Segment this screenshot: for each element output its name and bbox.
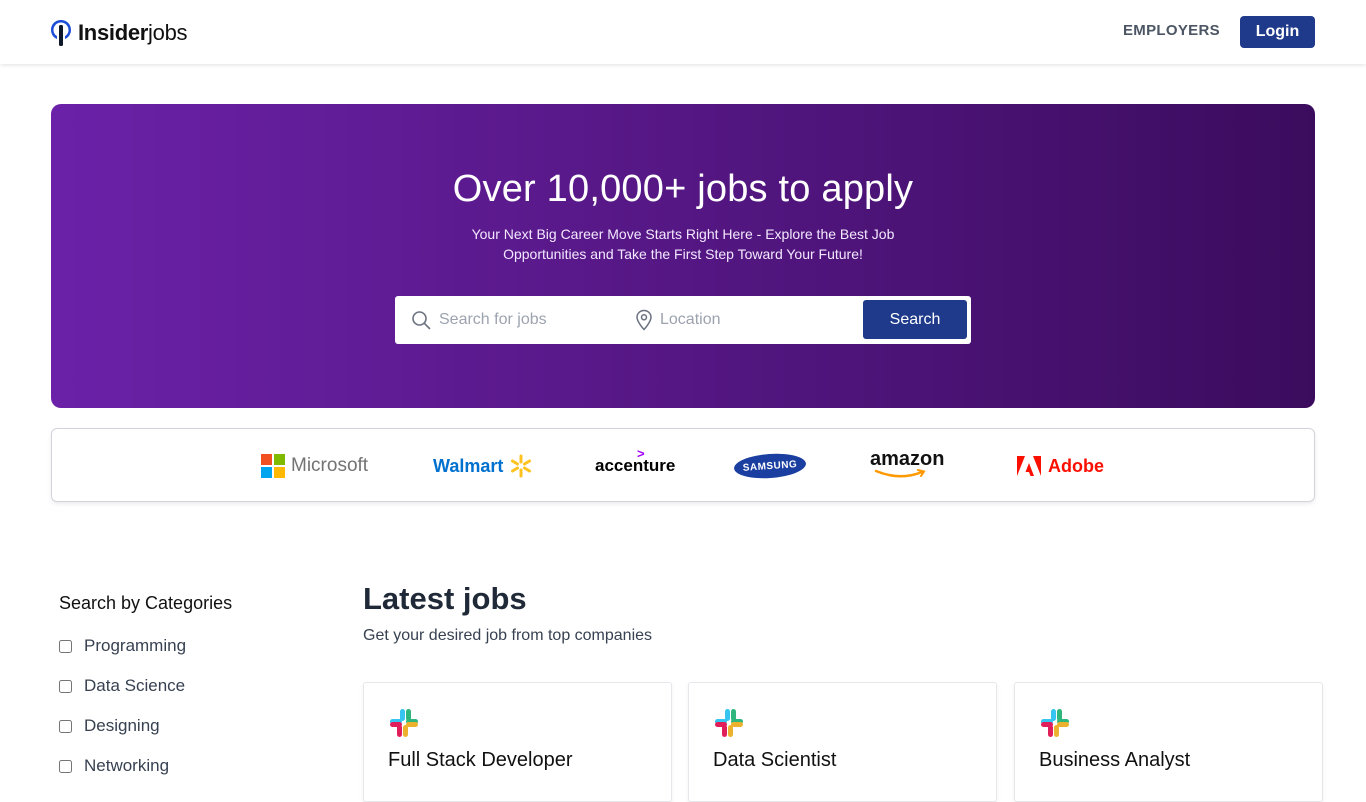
category-label: Programming [84, 636, 187, 655]
adobe-icon [1017, 456, 1041, 476]
location-pin-icon [636, 309, 652, 331]
login-button[interactable]: Login [1240, 16, 1315, 48]
job-search-input[interactable] [439, 308, 619, 332]
search-icon [412, 311, 431, 330]
slack-icon [715, 709, 743, 737]
walmart-logo: Walmart [433, 449, 533, 483]
logo-icon [51, 20, 71, 46]
job-card[interactable]: Business Analyst [1014, 682, 1323, 802]
slack-icon [390, 709, 418, 737]
slack-icon [1041, 709, 1069, 737]
latest-jobs-subtitle: Get your desired job from top companies [363, 627, 653, 644]
samsung-label: SAMSUNG [733, 451, 807, 481]
adobe-logo: Adobe [1016, 449, 1104, 483]
job-title: Data Scientist [713, 749, 837, 771]
amazon-smile-icon [874, 469, 926, 478]
walmart-spark-icon [511, 454, 532, 478]
hero-title: Over 10,000+ jobs to apply [452, 168, 914, 210]
microsoft-label: Microsoft [291, 455, 369, 476]
adobe-label: Adobe [1048, 455, 1104, 476]
category-checkbox[interactable] [59, 719, 72, 733]
walmart-label: Walmart [433, 455, 504, 476]
job-card[interactable]: Full Stack Developer [363, 682, 672, 802]
category-checkbox[interactable] [59, 639, 72, 653]
logo-text-light: jobs [148, 20, 188, 45]
category-checkbox[interactable] [59, 759, 72, 773]
job-search-bar: Search [395, 296, 971, 344]
job-title: Full Stack Developer [388, 749, 573, 771]
job-card[interactable]: Data Scientist [688, 682, 997, 802]
category-data-science[interactable]: Data Science [59, 675, 185, 697]
hero-subtitle: Your Next Big Career Move Starts Right H… [471, 226, 895, 262]
location-input[interactable] [660, 308, 850, 332]
amazon-label: amazon [870, 448, 945, 470]
employers-link[interactable]: EMPLOYERS [1123, 22, 1220, 39]
category-label: Designing [84, 716, 160, 735]
microsoft-icon [261, 454, 285, 478]
trusted-companies-strip: Microsoft Walmart > accenture SAMSUNG am… [51, 428, 1315, 502]
category-programming[interactable]: Programming [59, 635, 186, 657]
samsung-logo: SAMSUNG [733, 449, 807, 483]
site-logo[interactable]: Insiderjobs [50, 18, 188, 48]
search-button[interactable]: Search [863, 300, 967, 339]
category-label: Data Science [84, 676, 186, 695]
accenture-chevron-icon: > [637, 446, 645, 461]
job-title: Business Analyst [1039, 749, 1191, 771]
category-networking[interactable]: Networking [59, 755, 169, 777]
hero-banner: Over 10,000+ jobs to apply Your Next Big… [51, 104, 1315, 408]
category-checkbox[interactable] [59, 679, 72, 693]
latest-jobs-heading: Latest jobs [363, 581, 527, 616]
accenture-logo: > accenture [595, 446, 676, 483]
microsoft-logo: Microsoft [261, 449, 368, 483]
amazon-logo: amazon [870, 449, 944, 483]
logo-text-bold: Insider [78, 20, 149, 45]
navbar: Insiderjobs EMPLOYERS Login [0, 0, 1366, 64]
category-designing[interactable]: Designing [59, 715, 160, 737]
category-label: Networking [84, 756, 170, 775]
categories-heading: Search by Categories [59, 593, 233, 613]
accenture-label: accenture [595, 456, 676, 475]
